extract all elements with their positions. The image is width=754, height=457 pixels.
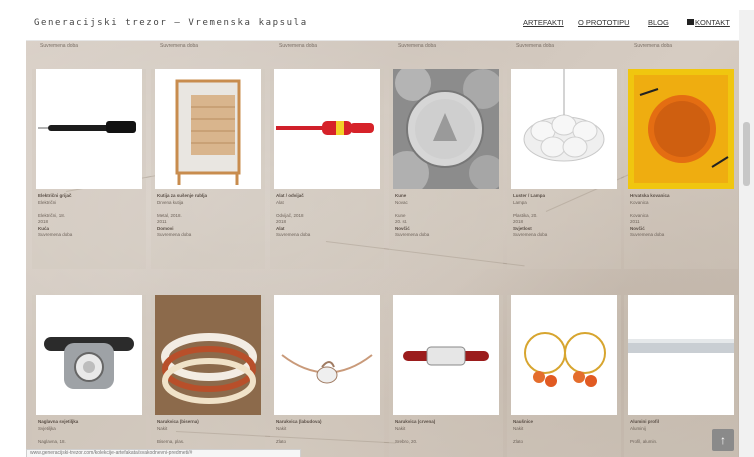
artifact-card[interactable]: Kutija za sušenje rublja Drvena kutija M…: [151, 69, 265, 269]
artifact-card[interactable]: Narukvica (biserna) Nakit Biserna, plas.: [151, 295, 265, 457]
artifact-card[interactable]: Naglavna svjetiljka Svjetiljka Naglavna,…: [32, 295, 146, 457]
artifact-meta: Narukvica (biserna) Nakit Biserna, plas.: [157, 419, 257, 445]
artifact-image-screwdriver[interactable]: [274, 69, 380, 189]
era-label: Suvremena doba: [516, 43, 555, 49]
artifact-card[interactable]: Alat / odvijač Alat Odvijač, 2018 2018 A…: [270, 69, 384, 269]
era-label: Suvremena doba: [40, 43, 79, 49]
site-title[interactable]: Generacijski trezor – Vremenska kapsula: [34, 18, 308, 28]
artifact-meta: Narukvica (labudova) Nakit Zlato: [276, 419, 376, 445]
artifact-meta: Alat / odvijač Alat Odvijač, 2018 2018 A…: [276, 193, 376, 239]
artifact-era: Suvremena doba: [630, 232, 665, 237]
artifact-image-red-bracelet[interactable]: [393, 295, 499, 415]
artifact-card[interactable]: Električni grijač Električni Električni,…: [32, 69, 146, 269]
artifact-era: Suvremena doba: [276, 232, 311, 237]
era-label: Suvremena doba: [398, 43, 437, 49]
artifact-card[interactable]: Narukvica (labudova) Nakit Zlato: [270, 295, 384, 457]
vertical-scrollbar[interactable]: [739, 10, 754, 457]
artifact-image-headlamp[interactable]: [36, 295, 142, 415]
artifact-meta: Luster / Lampa Lampa Plastika, 20. 2018 …: [513, 193, 613, 239]
artifact-meta: Narukvica (crvena) Nakit Srebro, 20.: [395, 419, 495, 445]
status-bar-url: www.generacijski-trezor.com/kolekcije-ar…: [26, 449, 301, 457]
artifact-line: Naglavna, 18.: [38, 438, 66, 444]
browser-page: Generacijski trezor – Vremenska kapsula …: [26, 10, 739, 457]
artifact-image-lamp[interactable]: [511, 69, 617, 189]
artifact-card[interactable]: Narukvica (crvena) Nakit Srebro, 20.: [389, 295, 503, 457]
artifact-line: Biserna, plas.: [157, 438, 185, 444]
artifact-image-profile[interactable]: [628, 295, 734, 415]
era-label: Suvremena doba: [634, 43, 673, 49]
artifact-line: Zlato: [513, 438, 524, 444]
artifact-gallery: Suvremena doba Suvremena doba Suvremena …: [26, 41, 739, 457]
artifact-meta: Hrvatska kovanica Kovanica Kovanica 2011…: [630, 193, 730, 239]
nav-item-artefakti[interactable]: ARTEFAKTI: [523, 18, 564, 27]
artifact-card[interactable]: Hrvatska kovanica Kovanica Kovanica 2011…: [624, 69, 738, 269]
header-navbar: Generacijski trezor – Vremenska kapsula …: [26, 10, 739, 41]
artifact-meta: Kutija za sušenje rublja Drvena kutija M…: [157, 193, 257, 239]
artifact-image-bracelets[interactable]: [155, 295, 261, 415]
artifact-meta: Električni grijač Električni Električni,…: [38, 193, 138, 239]
artifact-era: Suvremena doba: [157, 232, 192, 237]
artifact-meta: Naušnice Nakit Zlato: [513, 419, 613, 445]
artifact-meta: Kune Novac Kune 20. st. Novčić Suvremena…: [395, 193, 495, 239]
artifact-line: Srebro, 20.: [395, 438, 418, 444]
artifact-image-coin-yellow[interactable]: [628, 69, 734, 189]
nav-item-kontakt[interactable]: KONTAKT: [695, 18, 730, 27]
nav-item-blog[interactable]: BLOG: [648, 18, 669, 27]
artifact-meta: Naglavna svjetiljka Svjetiljka Naglavna,…: [38, 419, 138, 445]
artifact-image-heater[interactable]: [36, 69, 142, 189]
nav-item-o-prototipu[interactable]: O PROTOTIPU: [578, 18, 630, 27]
artifact-image-earrings[interactable]: [511, 295, 617, 415]
scrollbar-thumb[interactable]: [743, 122, 750, 186]
artifact-image-coins[interactable]: [393, 69, 499, 189]
artifact-image-swan-bracelet[interactable]: [274, 295, 380, 415]
artifact-image-drawer[interactable]: [155, 69, 261, 189]
artifact-line: Zlato: [276, 438, 287, 444]
era-label: Suvremena doba: [279, 43, 318, 49]
artifact-card[interactable]: Naušnice Nakit Zlato: [507, 295, 621, 457]
artifact-era: Suvremena doba: [38, 232, 73, 237]
back-to-top-button[interactable]: ↑: [712, 429, 734, 451]
envelope-icon: [687, 19, 694, 25]
artifact-era: Suvremena doba: [395, 232, 430, 237]
artifact-card[interactable]: Kune Novac Kune 20. st. Novčić Suvremena…: [389, 69, 503, 269]
artifact-era: Suvremena doba: [513, 232, 548, 237]
era-label: Suvremena doba: [160, 43, 199, 49]
artifact-card[interactable]: Luster / Lampa Lampa Plastika, 20. 2018 …: [507, 69, 621, 269]
